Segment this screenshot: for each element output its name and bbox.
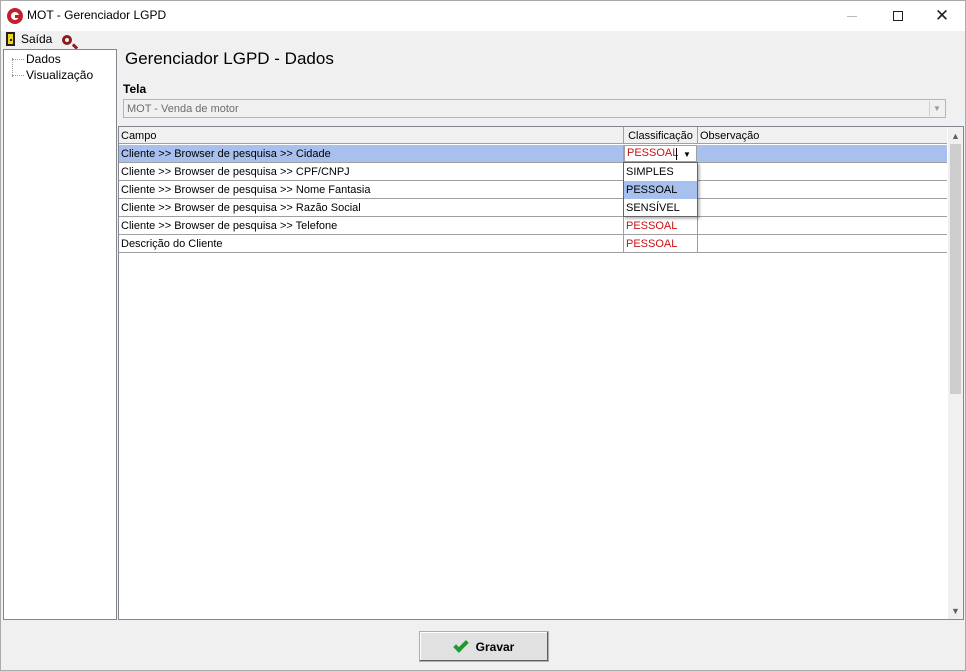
app-logo-icon <box>7 8 23 24</box>
tree-item-label: Visualização <box>26 68 94 82</box>
cell-campo[interactable]: Cliente >> Browser de pesquisa >> Telefo… <box>119 217 624 234</box>
table-row[interactable]: Cliente >> Browser de pesquisa >> Nome F… <box>119 181 947 199</box>
dropdown-option-sensivel[interactable]: SENSÍVEL <box>624 199 697 217</box>
table-row[interactable]: Cliente >> Browser de pesquisa >> Telefo… <box>119 217 947 235</box>
cell-observacao[interactable] <box>698 217 947 234</box>
cell-campo[interactable]: Cliente >> Browser de pesquisa >> Nome F… <box>119 181 624 198</box>
minimize-icon <box>847 15 857 17</box>
save-label: Gravar <box>475 639 515 654</box>
tree-item-visualizacao[interactable]: Visualização <box>4 67 93 83</box>
close-button[interactable]: ✕ <box>919 1 965 31</box>
exit-button[interactable]: Saída <box>6 30 52 48</box>
cell-observacao[interactable] <box>698 145 947 162</box>
data-grid: Campo Classificação Observação Cliente >… <box>118 126 964 620</box>
column-header-observacao[interactable]: Observação <box>698 127 947 144</box>
screen-label: Tela <box>123 82 147 96</box>
cell-campo[interactable]: Cliente >> Browser de pesquisa >> Cidade <box>119 145 624 162</box>
cell-campo[interactable]: Cliente >> Browser de pesquisa >> CPF/CN… <box>119 163 624 180</box>
title-bar: MOT - Gerenciador LGPD ✕ <box>1 1 965 31</box>
dropdown-option-pessoal[interactable]: PESSOAL <box>624 181 697 199</box>
classificacao-dropdown-list: SIMPLES PESSOAL SENSÍVEL <box>623 162 698 217</box>
screen-select[interactable]: MOT - Venda de motor ▼ <box>123 99 946 118</box>
grid-header: Campo Classificação Observação <box>119 127 947 144</box>
app-window: MOT - Gerenciador LGPD ✕ Saída Dados Vis… <box>0 0 966 671</box>
dropdown-option-simples[interactable]: SIMPLES <box>624 163 697 181</box>
screen-select-value: MOT - Venda de motor <box>127 102 239 115</box>
cell-observacao[interactable] <box>698 163 947 180</box>
save-button[interactable]: Gravar <box>419 631 549 662</box>
chevron-down-icon[interactable]: ▼ <box>929 101 944 116</box>
window-title: MOT - Gerenciador LGPD <box>27 8 167 22</box>
search-icon <box>62 35 72 45</box>
toolbar: Saída <box>2 30 964 48</box>
chevron-down-icon[interactable]: ▼ <box>679 147 695 161</box>
cell-observacao[interactable] <box>698 181 947 198</box>
page-title: Gerenciador LGPD - Dados <box>125 49 334 68</box>
column-header-classificacao[interactable]: Classificação <box>624 127 698 144</box>
maximize-button[interactable] <box>875 1 921 31</box>
maximize-icon <box>893 11 903 21</box>
column-header-campo[interactable]: Campo <box>119 127 624 144</box>
navigation-tree: Dados Visualização <box>3 49 117 620</box>
scroll-thumb[interactable] <box>950 144 961 394</box>
vertical-scrollbar[interactable]: ▲ ▼ <box>948 127 963 619</box>
table-row[interactable]: Cliente >> Browser de pesquisa >> Cidade… <box>119 145 947 163</box>
minimize-button[interactable] <box>829 1 875 31</box>
tree-item-dados[interactable]: Dados <box>4 51 61 67</box>
table-row[interactable]: Descrição do Cliente PESSOAL <box>119 235 947 253</box>
cell-classificacao[interactable]: PESSOAL <box>624 217 698 234</box>
text-caret <box>676 148 677 160</box>
exit-label: Saída <box>21 32 53 46</box>
table-row[interactable]: Cliente >> Browser de pesquisa >> Razão … <box>119 199 947 217</box>
exit-door-icon <box>6 32 15 46</box>
cell-observacao[interactable] <box>698 199 947 216</box>
combo-value: PESSOAL <box>627 147 679 159</box>
classificacao-combo[interactable]: PESSOAL ▼ <box>624 145 697 162</box>
scroll-up-icon[interactable]: ▲ <box>948 127 963 144</box>
cell-classificacao[interactable]: PESSOAL <box>624 235 698 252</box>
cell-observacao[interactable] <box>698 235 947 252</box>
scroll-down-icon[interactable]: ▼ <box>948 602 963 619</box>
cell-campo[interactable]: Cliente >> Browser de pesquisa >> Razão … <box>119 199 624 216</box>
table-row[interactable]: Cliente >> Browser de pesquisa >> CPF/CN… <box>119 163 947 181</box>
search-button[interactable] <box>62 31 72 49</box>
checkmark-icon <box>452 636 469 653</box>
tree-item-label: Dados <box>26 52 61 66</box>
close-icon: ✕ <box>934 6 950 25</box>
cell-campo[interactable]: Descrição do Cliente <box>119 235 624 252</box>
